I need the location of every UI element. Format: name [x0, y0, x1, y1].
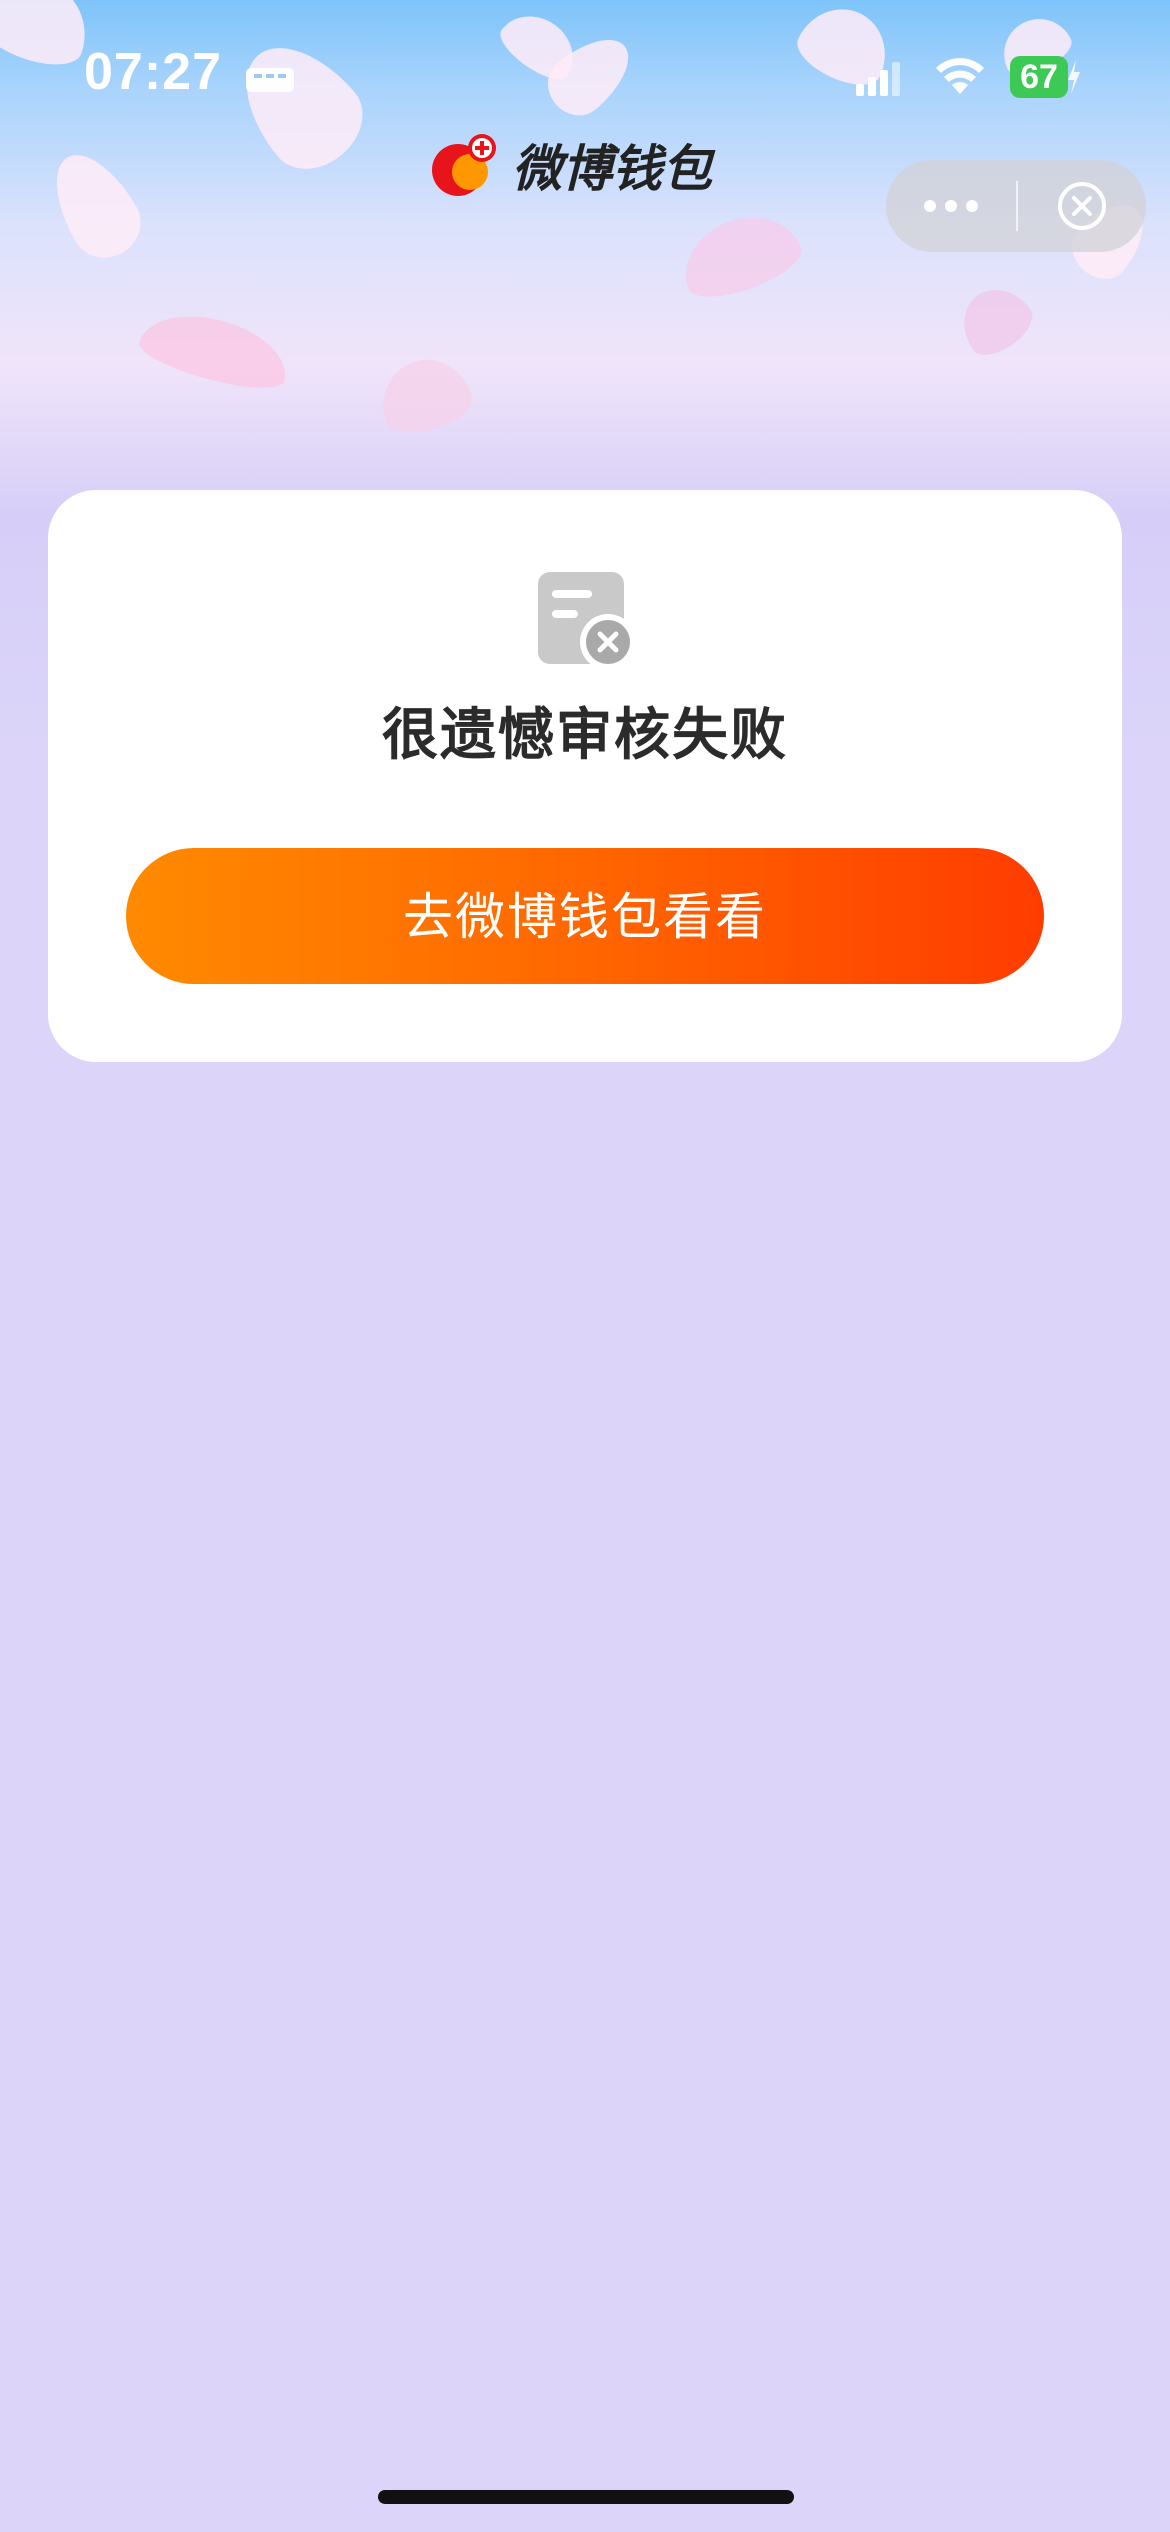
petal-decoration	[372, 349, 478, 441]
result-title: 很遗憾审核失败	[382, 703, 788, 768]
petal-decoration	[37, 139, 153, 271]
go-to-wallet-button[interactable]: 去微博钱包看看	[126, 848, 1044, 984]
status-time: 07:27	[84, 43, 222, 101]
sim-card-icon	[246, 68, 294, 92]
weibo-wallet-logo	[432, 134, 496, 196]
status-bar: 07:27 67	[0, 0, 1170, 150]
more-dots-icon	[924, 200, 978, 212]
mini-program-capsule	[886, 160, 1146, 252]
wifi-icon	[936, 58, 984, 94]
close-button[interactable]	[1018, 160, 1146, 252]
petal-decoration	[134, 301, 296, 399]
brand-header: 微博钱包	[430, 130, 712, 200]
home-indicator[interactable]	[378, 2490, 794, 2504]
cellular-signal-icon	[856, 62, 900, 96]
petal-decoration	[949, 275, 1041, 365]
close-circle-icon	[1058, 182, 1106, 230]
brand-name: 微博钱包	[512, 140, 712, 198]
more-button[interactable]	[886, 160, 1016, 252]
charging-bolt-icon	[1068, 60, 1080, 94]
result-card: 很遗憾审核失败 去微博钱包看看	[48, 490, 1122, 1062]
review-failed-icon	[538, 572, 636, 670]
battery-level: 67	[1010, 56, 1068, 98]
petal-decoration	[671, 201, 809, 309]
